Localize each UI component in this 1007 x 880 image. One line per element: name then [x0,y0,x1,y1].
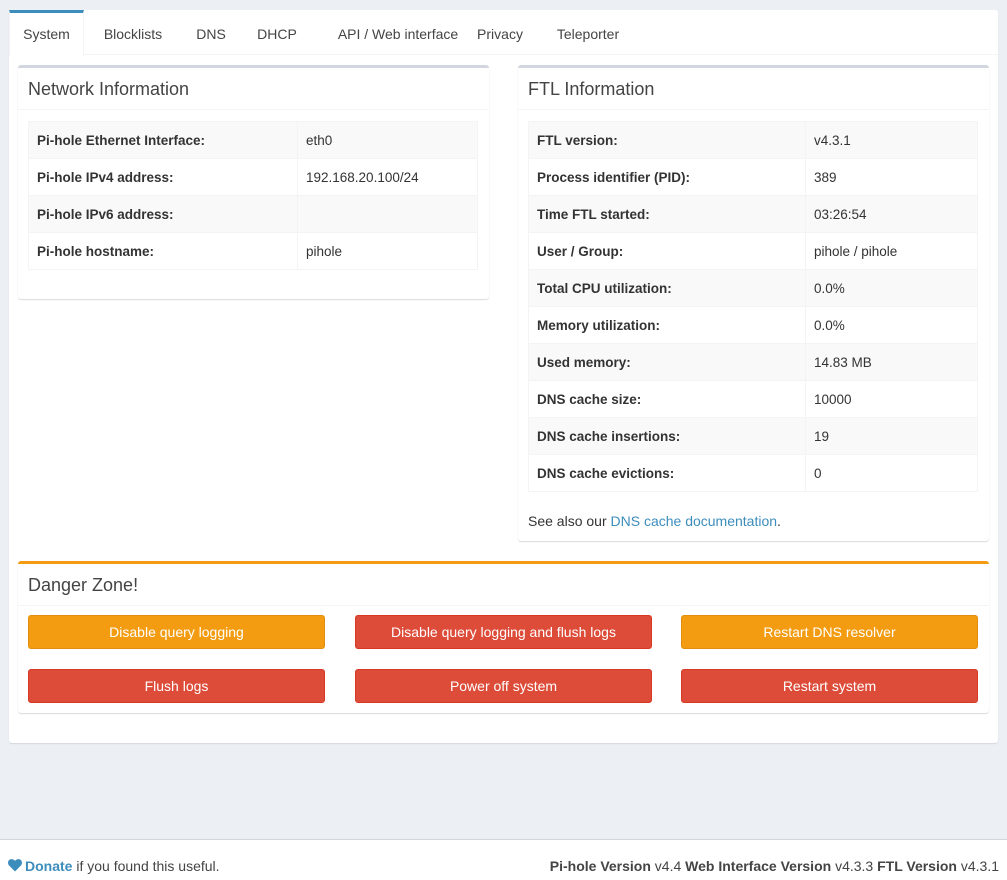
ftl-version-value: v4.3.1 [960,858,999,874]
row-value: 14.83 MB [805,343,978,381]
web-interface-version-value: v4.3.3 [835,858,874,874]
tab-teleporter[interactable]: Teleporter [548,10,628,55]
pihole-version-value: v4.4 [654,858,682,874]
row-key: User / Group: [528,232,806,270]
row-key: Pi-hole hostname: [28,232,298,270]
row-value: 0.0% [805,306,978,344]
see-also-prefix: See also our [528,513,607,529]
row-key: FTL version: [528,121,806,159]
heart-icon [8,859,22,872]
pihole-version-label: Pi-hole Version [549,858,651,874]
flush-logs-button[interactable]: Flush logs [28,669,325,703]
table-row: Total CPU utilization: 0.0% [528,269,978,307]
row-value: eth0 [297,121,478,159]
row-key: Memory utilization: [528,306,806,344]
table-row: User / Group: pihole / pihole [528,232,978,270]
row-value: 192.168.20.100/24 [297,158,478,196]
row-key: Used memory: [528,343,806,381]
settings-tab-panel: System Blocklists DNS DHCP API / Web int… [9,10,998,743]
row-value: 389 [805,158,978,196]
row-value: 19 [805,417,978,455]
settings-tabs: System Blocklists DNS DHCP API / Web int… [9,10,998,56]
table-row: Process identifier (PID): 389 [528,158,978,196]
power-off-button[interactable]: Power off system [355,669,652,703]
row-value: pihole [297,232,478,270]
disable-logging-flush-button[interactable]: Disable query logging and flush logs [355,615,652,649]
tab-privacy[interactable]: Privacy [471,10,529,55]
network-information-table: Pi-hole Ethernet Interface: eth0 Pi-hole… [28,121,478,270]
ftl-information-title: FTL Information [518,68,989,110]
table-row: Pi-hole IPv6 address: [28,195,478,233]
ftl-version-label: FTL Version [877,858,957,874]
row-value: pihole / pihole [805,232,978,270]
row-key: Pi-hole Ethernet Interface: [28,121,298,159]
network-information-title: Network Information [18,68,489,110]
footer: Donate if you found this useful. Pi-hole… [0,839,1007,880]
table-row: DNS cache size: 10000 [528,380,978,418]
row-key: DNS cache size: [528,380,806,418]
tab-api-web-interface[interactable]: API / Web interface [321,10,475,55]
donate-link[interactable]: Donate [25,858,72,874]
dns-cache-documentation-link[interactable]: DNS cache documentation [611,513,778,529]
table-row: Pi-hole hostname: pihole [28,232,478,270]
row-key: Total CPU utilization: [528,269,806,307]
restart-system-button[interactable]: Restart system [681,669,978,703]
table-row: Pi-hole IPv4 address: 192.168.20.100/24 [28,158,478,196]
donate-suffix: if you found this useful. [76,858,220,874]
row-key: Time FTL started: [528,195,806,233]
table-row: Pi-hole Ethernet Interface: eth0 [28,121,478,159]
restart-dns-resolver-button[interactable]: Restart DNS resolver [681,615,978,649]
footer-donate: Donate if you found this useful. [8,858,220,874]
disable-query-logging-button[interactable]: Disable query logging [28,615,325,649]
row-value: 0.0% [805,269,978,307]
see-also-text: See also our DNS cache documentation. [528,513,781,529]
tab-system[interactable]: System [9,10,84,56]
row-key: DNS cache insertions: [528,417,806,455]
tab-dns[interactable]: DNS [189,10,233,55]
row-value: 03:26:54 [805,195,978,233]
row-key: DNS cache evictions: [528,454,806,492]
table-row: Time FTL started: 03:26:54 [528,195,978,233]
web-interface-version-label: Web Interface Version [685,858,832,874]
row-value: 10000 [805,380,978,418]
row-value: v4.3.1 [805,121,978,159]
ftl-information-table: FTL version: v4.3.1 Process identifier (… [528,121,978,492]
row-value: 0 [805,454,978,492]
footer-versions: Pi-hole Version v4.4 Web Interface Versi… [550,858,999,874]
see-also-suffix: . [777,513,781,529]
table-row: Used memory: 14.83 MB [528,343,978,381]
network-information-box: Network Information Pi-hole Ethernet Int… [18,65,489,299]
row-key: Pi-hole IPv6 address: [28,195,298,233]
table-row: Memory utilization: 0.0% [528,306,978,344]
table-row: DNS cache insertions: 19 [528,417,978,455]
danger-zone-box: Danger Zone! Disable query logging Disab… [18,561,989,713]
danger-zone-title: Danger Zone! [18,564,989,606]
table-row: FTL version: v4.3.1 [528,121,978,159]
ftl-information-box: FTL Information FTL version: v4.3.1 Proc… [518,65,989,541]
tab-blocklists[interactable]: Blocklists [93,10,173,55]
table-row: DNS cache evictions: 0 [528,454,978,492]
tab-dhcp[interactable]: DHCP [252,10,302,55]
row-key: Process identifier (PID): [528,158,806,196]
row-key: Pi-hole IPv4 address: [28,158,298,196]
row-value [297,195,478,233]
